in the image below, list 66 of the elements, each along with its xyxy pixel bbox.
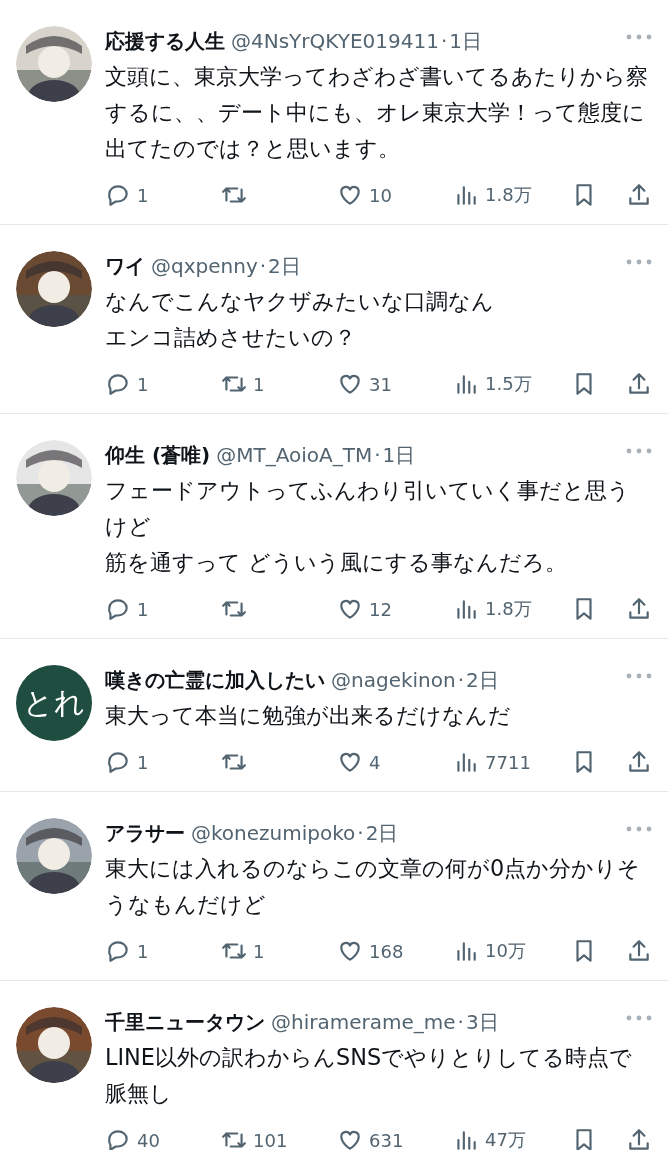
tweet-text: 東大って本当に勉強が出来るだけなんだ (105, 701, 512, 730)
separator-dot: · (357, 820, 364, 847)
separator-dot: · (440, 28, 448, 55)
tweet-text: エンコ詰めさせたいの？ (105, 323, 357, 352)
view-count: 7711 (485, 751, 531, 773)
user-handle[interactable]: @qxpenny (151, 251, 258, 281)
like-count: 31 (369, 373, 392, 395)
like-count: 4 (369, 751, 381, 773)
reply-icon[interactable] (105, 938, 131, 964)
like-count: 631 (369, 1129, 404, 1150)
user-name[interactable]: アラサー (105, 818, 185, 848)
repost-count: 101 (253, 1129, 288, 1150)
like-count: 12 (369, 598, 392, 620)
user-name[interactable]: 仰生 (蒼唯) (105, 440, 211, 470)
separator-dot: · (259, 253, 267, 280)
reply-count: 40 (137, 1129, 160, 1150)
timestamp[interactable]: 1日 (382, 440, 416, 470)
reply-icon[interactable] (105, 371, 131, 397)
share-icon[interactable] (626, 371, 652, 397)
user-name[interactable]: ワイ (105, 251, 145, 281)
share-icon[interactable] (626, 749, 652, 775)
tweet-text: 文頭に、東京大学ってわざわざ書いてるあたりから察するに、、デート中にも、オレ東京大学！って態度に出てたのでは？と思います。 (105, 62, 649, 163)
tweet-text: 筋を通すって どういう風にする事なんだろ。 (105, 548, 569, 577)
share-icon[interactable] (626, 182, 652, 208)
user-handle[interactable]: @hiramerame_me (271, 1007, 456, 1037)
user-name[interactable]: 嘆きの亡霊に加入したい (105, 665, 325, 695)
user-handle[interactable]: @4NsYrQKYE019411 (231, 26, 439, 56)
user-name[interactable]: 千里ニュータウン (105, 1007, 265, 1037)
timestamp[interactable]: 2日 (268, 251, 301, 281)
repost-count: 1 (253, 373, 265, 395)
user-name[interactable]: 応援する人生 (105, 26, 225, 56)
timestamp[interactable]: 2日 (365, 818, 399, 848)
share-icon[interactable] (626, 938, 652, 964)
tweet-text: なんでこんなヤクザみたいな口調なん (105, 287, 495, 316)
share-icon[interactable] (626, 596, 652, 622)
reply-icon[interactable] (105, 749, 131, 775)
tweet-text: 東大には入れるのならこの文章の何が0点か分かりそうなもんだけど (105, 854, 642, 919)
share-icon[interactable] (626, 1127, 652, 1150)
tweet-text: フェードアウトってふんわり引いていく事だと思うけど (105, 476, 631, 541)
reply-icon[interactable] (105, 182, 131, 208)
timestamp[interactable]: 2日 (466, 665, 499, 695)
reply-icon[interactable] (105, 596, 131, 622)
separator-dot: · (457, 1009, 464, 1036)
reply-count: 1 (137, 598, 149, 620)
separator-dot: · (457, 667, 465, 694)
reply-count: 1 (137, 184, 149, 206)
user-handle[interactable]: @MT_AoioA_TM (216, 440, 373, 470)
view-count: 1.8万 (485, 183, 532, 207)
repost-count: 1 (253, 940, 265, 962)
view-count: 1.5万 (485, 372, 532, 396)
separator-dot: · (374, 442, 381, 469)
view-count: 1.8万 (485, 597, 532, 621)
reply-count: 1 (137, 751, 149, 773)
reply-icon[interactable] (105, 1127, 131, 1150)
view-count: 47万 (485, 1128, 526, 1150)
tweet-text: LINE以外の訳わからんSNSでやりとりしてる時点で脈無し (105, 1043, 634, 1108)
timestamp[interactable]: 3日 (465, 1007, 499, 1037)
timestamp[interactable]: 1日 (449, 26, 482, 56)
reply-count: 1 (137, 940, 149, 962)
view-count: 10万 (485, 939, 526, 963)
like-count: 168 (369, 940, 404, 962)
like-count: 10 (369, 184, 392, 206)
avatar[interactable]: とれ (16, 665, 92, 741)
reply-count: 1 (137, 373, 149, 395)
user-handle[interactable]: @konezumipoko (191, 818, 356, 848)
user-handle[interactable]: @nagekinon (331, 665, 456, 695)
